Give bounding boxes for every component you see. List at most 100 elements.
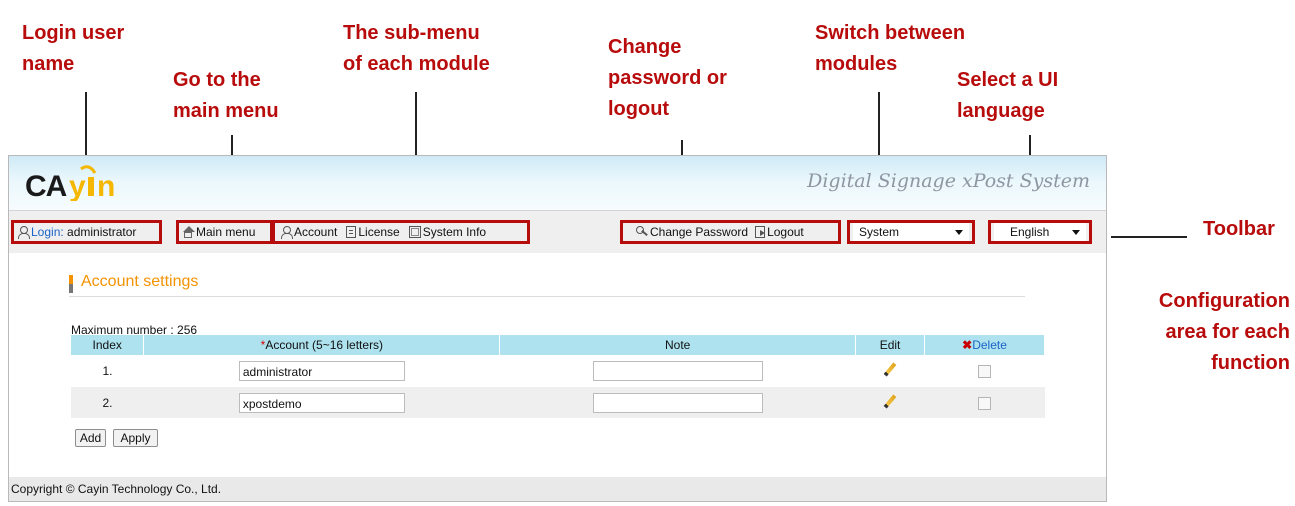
table-row: 1. administrator: [71, 355, 1045, 387]
annotation-line: function: [1211, 352, 1290, 374]
annotation-config-area: Configuration area for each function: [1159, 286, 1290, 379]
app-header: CA y n Digital Signage xPost System: [9, 156, 1106, 210]
logout-icon: [755, 226, 766, 238]
cayin-logo: CA y n: [25, 165, 129, 203]
chevron-down-icon: [955, 229, 963, 235]
annotation-line: name: [22, 53, 75, 75]
account-actions: Change Password Logout: [620, 220, 841, 244]
apply-button[interactable]: Apply: [113, 429, 158, 447]
svg-text:n: n: [97, 170, 115, 201]
delete-checkbox[interactable]: [978, 364, 992, 378]
annotation-line: Change: [608, 36, 682, 58]
svg-text:y: y: [69, 170, 86, 201]
annotation-ui-language: Select a UI language: [957, 65, 1058, 127]
annotation-toolbar: Toolbar: [1203, 218, 1275, 240]
logout-link[interactable]: Logout: [752, 225, 804, 239]
submenu-license-label: License: [358, 225, 400, 239]
license-icon: [346, 226, 357, 238]
language-select-highlight: English: [988, 220, 1092, 244]
submenu-system-info[interactable]: System Info: [406, 225, 486, 239]
system-info-icon: [408, 226, 421, 238]
logout-label: Logout: [767, 225, 804, 239]
annotation-login-user: Login user name: [22, 18, 124, 80]
change-password-label: Change Password: [650, 225, 749, 239]
table-header-row: Index *Account (5~16 letters) Note Edit …: [71, 335, 1045, 355]
row-index: 1.: [71, 355, 144, 387]
account-table: Index *Account (5~16 letters) Note Edit …: [71, 335, 1045, 419]
login-username: administrator: [67, 225, 137, 239]
annotation-line: area for each: [1165, 321, 1290, 343]
submenu-account[interactable]: Account: [277, 225, 337, 239]
annotation-line: password or: [608, 67, 727, 89]
app-window: CA y n Digital Signage xPost System Logi…: [8, 155, 1107, 502]
chevron-down-icon: [1072, 229, 1080, 235]
col-note: Note: [499, 335, 857, 355]
col-index: Index: [71, 335, 145, 355]
annotation-line: The sub-menu: [343, 22, 480, 44]
annotation-line: Go to the: [173, 69, 261, 91]
annotation-line: language: [957, 100, 1045, 122]
login-user-display: Login: administrator: [11, 220, 162, 244]
change-password-link[interactable]: Change Password: [633, 225, 748, 239]
account-cell: administrator: [143, 355, 500, 387]
annotation-line: Configuration: [1158, 290, 1290, 312]
delete-cell: [924, 386, 1045, 419]
annotation-line: Login user: [22, 22, 125, 44]
module-select[interactable]: System: [853, 223, 969, 241]
annotation-line: modules: [815, 53, 898, 75]
user-icon: [17, 226, 30, 239]
module-select-highlight: System: [847, 220, 975, 244]
account-cell: xpostdemo: [143, 386, 500, 419]
delete-checkbox[interactable]: [978, 396, 992, 410]
language-select[interactable]: English: [994, 223, 1086, 241]
col-delete-label: Delete: [972, 338, 1007, 352]
delete-cell: [924, 355, 1045, 387]
annotation-switch-modules: Switch between modules: [815, 18, 965, 80]
main-menu-button[interactable]: Main menu: [176, 220, 273, 244]
module-select-value: System: [859, 225, 900, 239]
col-edit: Edit: [855, 335, 926, 355]
footer-copyright: Copyright © Cayin Technology Co., Ltd.: [9, 477, 1106, 501]
edit-cell: [855, 386, 925, 419]
section-divider: [69, 296, 1025, 297]
product-tagline: Digital Signage xPost System: [807, 170, 1090, 192]
section-marker-icon: [69, 275, 73, 293]
col-account-label: Account (5~16 letters): [265, 338, 384, 352]
annotation-line: logout: [608, 98, 670, 120]
account-input[interactable]: xpostdemo: [238, 392, 405, 413]
callout-line: [1111, 236, 1187, 238]
note-cell: [499, 355, 856, 387]
toolbar: Login: administrator Main menu Account L…: [9, 210, 1106, 254]
row-index: 2.: [71, 386, 144, 419]
submenu-account-label: Account: [294, 225, 338, 239]
user-icon: [280, 226, 293, 239]
main-menu-label: Main menu: [196, 225, 256, 239]
annotation-change-password: Change password or logout: [608, 32, 727, 125]
key-icon: [636, 226, 648, 238]
annotation-line: Switch between: [815, 22, 966, 44]
submenu-license[interactable]: License: [343, 225, 400, 239]
add-button[interactable]: Add: [75, 429, 106, 447]
pencil-icon[interactable]: [883, 363, 897, 379]
col-delete[interactable]: ✖Delete: [924, 335, 1045, 355]
submenu-system-info-label: System Info: [422, 225, 487, 239]
pencil-icon[interactable]: [883, 395, 897, 411]
annotation-line: of each module: [343, 53, 490, 75]
svg-text:CA: CA: [25, 170, 67, 201]
section-title: Account settings: [81, 273, 199, 290]
annotation-main-menu: Go to the main menu: [173, 65, 279, 127]
note-cell: [499, 386, 856, 419]
table-row: 2. xpostdemo: [71, 386, 1045, 419]
col-account: *Account (5~16 letters): [143, 335, 501, 355]
submenu-group: Account License System Info: [272, 220, 530, 244]
configuration-area: Account settings Maximum number : 256 In…: [9, 253, 1106, 477]
language-select-value: English: [1010, 225, 1050, 239]
login-label: Login:: [31, 225, 64, 239]
note-input[interactable]: [592, 392, 763, 413]
annotation-line: Select a UI: [957, 69, 1059, 91]
annotation-line: main menu: [173, 100, 279, 122]
account-input[interactable]: administrator: [238, 360, 405, 381]
delete-icon: ✖: [962, 338, 973, 352]
cayin-logo-icon: CA y n: [25, 165, 115, 203]
note-input[interactable]: [592, 360, 763, 381]
